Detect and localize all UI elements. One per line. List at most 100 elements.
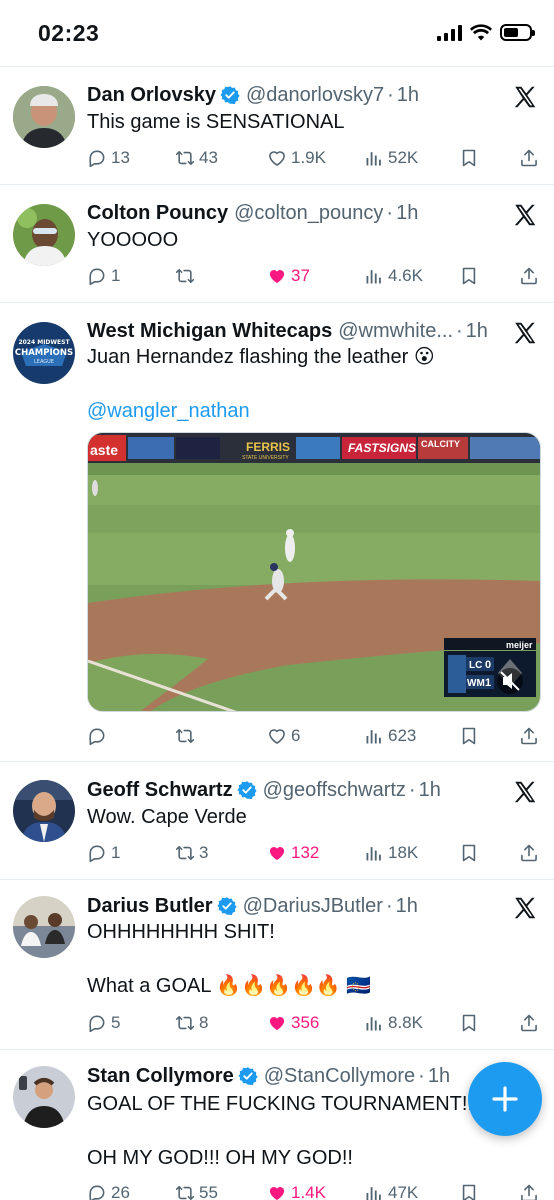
reply-button[interactable]: 1 bbox=[87, 266, 120, 286]
separator-dot: · bbox=[408, 778, 416, 801]
like-icon bbox=[267, 148, 287, 168]
verified-icon bbox=[238, 1066, 258, 1086]
author-name[interactable]: Colton Pouncy bbox=[87, 202, 228, 225]
author-name[interactable]: Dan Orlovsky bbox=[87, 84, 216, 107]
scoreboard-score2: 1 bbox=[485, 677, 491, 689]
like-icon bbox=[267, 726, 287, 746]
x-logo-icon[interactable] bbox=[512, 202, 538, 228]
like-button[interactable]: 356 bbox=[267, 1013, 319, 1033]
author-name[interactable]: Darius Butler bbox=[87, 895, 213, 918]
tweet-text: Juan Hernandez flashing the leather 😮 bbox=[87, 346, 435, 368]
retweet-button[interactable]: 43 bbox=[175, 148, 218, 168]
tweet-time[interactable]: 1h bbox=[428, 1065, 450, 1088]
avatar[interactable] bbox=[13, 896, 75, 958]
like-count: 37 bbox=[291, 266, 310, 285]
author-handle[interactable]: @DariusJButler bbox=[243, 895, 383, 918]
tweet[interactable]: Stan Collymore @StanCollymore · 1h GOAL … bbox=[0, 1050, 554, 1200]
views-button[interactable]: 4.6K bbox=[364, 266, 423, 286]
bookmark-icon bbox=[459, 148, 479, 168]
reply-button[interactable]: 26 bbox=[87, 1183, 130, 1200]
tweet-time[interactable]: 1h bbox=[396, 895, 418, 918]
tweet-actions: 5 8 356 8.8K bbox=[87, 1010, 540, 1036]
tweet-time[interactable]: 1h bbox=[397, 84, 419, 107]
views-button[interactable]: 18K bbox=[364, 843, 418, 863]
like-count: 6 bbox=[291, 726, 301, 745]
like-button[interactable]: 6 bbox=[267, 726, 300, 746]
reply-icon bbox=[87, 1183, 107, 1200]
retweet-button[interactable] bbox=[175, 726, 199, 746]
x-logo-icon[interactable] bbox=[512, 895, 538, 921]
retweet-button[interactable]: 55 bbox=[175, 1183, 218, 1200]
scoreboard-team1: LC bbox=[469, 660, 482, 671]
tweet-time[interactable]: 1h bbox=[419, 779, 441, 802]
separator-dot: · bbox=[456, 319, 463, 342]
avatar-text-main: CHAMPIONS bbox=[15, 348, 73, 358]
avatar[interactable] bbox=[13, 86, 75, 148]
share-button[interactable] bbox=[519, 1183, 539, 1200]
tweet-mention-link[interactable]: @wangler_nathan bbox=[87, 398, 534, 424]
author-handle[interactable]: @geoffschwartz bbox=[263, 779, 406, 802]
author-name[interactable]: Stan Collymore bbox=[87, 1065, 234, 1088]
avatar[interactable]: 2024 MIDWEST CHAMPIONS LEAGUE bbox=[13, 322, 75, 384]
views-button[interactable]: 47K bbox=[364, 1183, 418, 1200]
share-button[interactable] bbox=[519, 148, 539, 168]
tweet[interactable]: 2024 MIDWEST CHAMPIONS LEAGUE West Michi… bbox=[0, 303, 554, 762]
avatar[interactable] bbox=[13, 204, 75, 266]
reply-button[interactable]: 13 bbox=[87, 148, 130, 168]
author-handle[interactable]: @danorlovsky7 bbox=[246, 84, 384, 107]
reply-button[interactable]: 5 bbox=[87, 1013, 120, 1033]
author-handle[interactable]: @StanCollymore bbox=[264, 1065, 415, 1088]
bookmark-icon bbox=[459, 726, 479, 746]
share-button[interactable] bbox=[519, 266, 539, 286]
avatar[interactable] bbox=[13, 780, 75, 842]
reply-icon bbox=[87, 843, 107, 863]
bookmark-button[interactable] bbox=[459, 266, 479, 286]
views-button[interactable]: 623 bbox=[364, 726, 416, 746]
author-handle[interactable]: @colton_pouncy bbox=[234, 202, 383, 225]
retweet-button[interactable]: 8 bbox=[175, 1013, 208, 1033]
retweet-count: 43 bbox=[199, 148, 218, 167]
tweet-time[interactable]: 1h bbox=[396, 202, 418, 225]
views-button[interactable]: 8.8K bbox=[364, 1013, 423, 1033]
bookmark-icon bbox=[459, 266, 479, 286]
share-button[interactable] bbox=[519, 843, 539, 863]
tweet-time[interactable]: 1h bbox=[466, 320, 488, 343]
separator-dot: · bbox=[418, 1064, 425, 1087]
x-logo-icon[interactable] bbox=[512, 779, 538, 805]
like-button[interactable]: 1.9K bbox=[267, 148, 326, 168]
like-icon bbox=[267, 1013, 287, 1033]
mute-icon[interactable] bbox=[497, 668, 523, 694]
tweet[interactable]: Geoff Schwartz @geoffschwartz · 1h Wow. … bbox=[0, 762, 554, 880]
avatar[interactable] bbox=[13, 1066, 75, 1128]
retweet-button[interactable] bbox=[175, 266, 199, 286]
reply-icon bbox=[87, 726, 107, 746]
retweet-button[interactable]: 3 bbox=[175, 843, 208, 863]
tweet[interactable]: Colton Pouncy @colton_pouncy · 1h YOOOOO… bbox=[0, 185, 554, 303]
like-button[interactable]: 1.4K bbox=[267, 1183, 326, 1200]
like-button[interactable]: 37 bbox=[267, 266, 310, 286]
tweet[interactable]: Dan Orlovsky @danorlovsky7 · 1h This gam… bbox=[0, 67, 554, 185]
like-count: 132 bbox=[291, 843, 320, 862]
x-logo-icon[interactable] bbox=[512, 320, 538, 346]
tweet[interactable]: Darius Butler @DariusJButler · 1h OHHHHH… bbox=[0, 880, 554, 1050]
bookmark-button[interactable] bbox=[459, 843, 479, 863]
views-button[interactable]: 52K bbox=[364, 148, 418, 168]
reply-button[interactable] bbox=[87, 726, 111, 746]
share-button[interactable] bbox=[519, 726, 539, 746]
author-handle[interactable]: @wmwhite... bbox=[338, 320, 453, 343]
bookmark-button[interactable] bbox=[459, 1013, 479, 1033]
bookmark-button[interactable] bbox=[459, 1183, 479, 1200]
tweet-header: Colton Pouncy @colton_pouncy · 1h bbox=[87, 198, 494, 228]
author-name[interactable]: West Michigan Whitecaps bbox=[87, 320, 332, 343]
reply-button[interactable]: 1 bbox=[87, 843, 120, 863]
bookmark-button[interactable] bbox=[459, 148, 479, 168]
author-name[interactable]: Geoff Schwartz bbox=[87, 779, 233, 802]
compose-tweet-button[interactable] bbox=[468, 1062, 542, 1136]
tweet-media-video[interactable]: aste FERRIS STATE UNIVERSITY FASTSIGNS C… bbox=[87, 432, 541, 712]
share-button[interactable] bbox=[519, 1013, 539, 1033]
bookmark-button[interactable] bbox=[459, 726, 479, 746]
like-button[interactable]: 132 bbox=[267, 843, 319, 863]
x-logo-icon[interactable] bbox=[512, 84, 538, 110]
bookmark-icon bbox=[459, 1013, 479, 1033]
like-count: 356 bbox=[291, 1013, 320, 1032]
